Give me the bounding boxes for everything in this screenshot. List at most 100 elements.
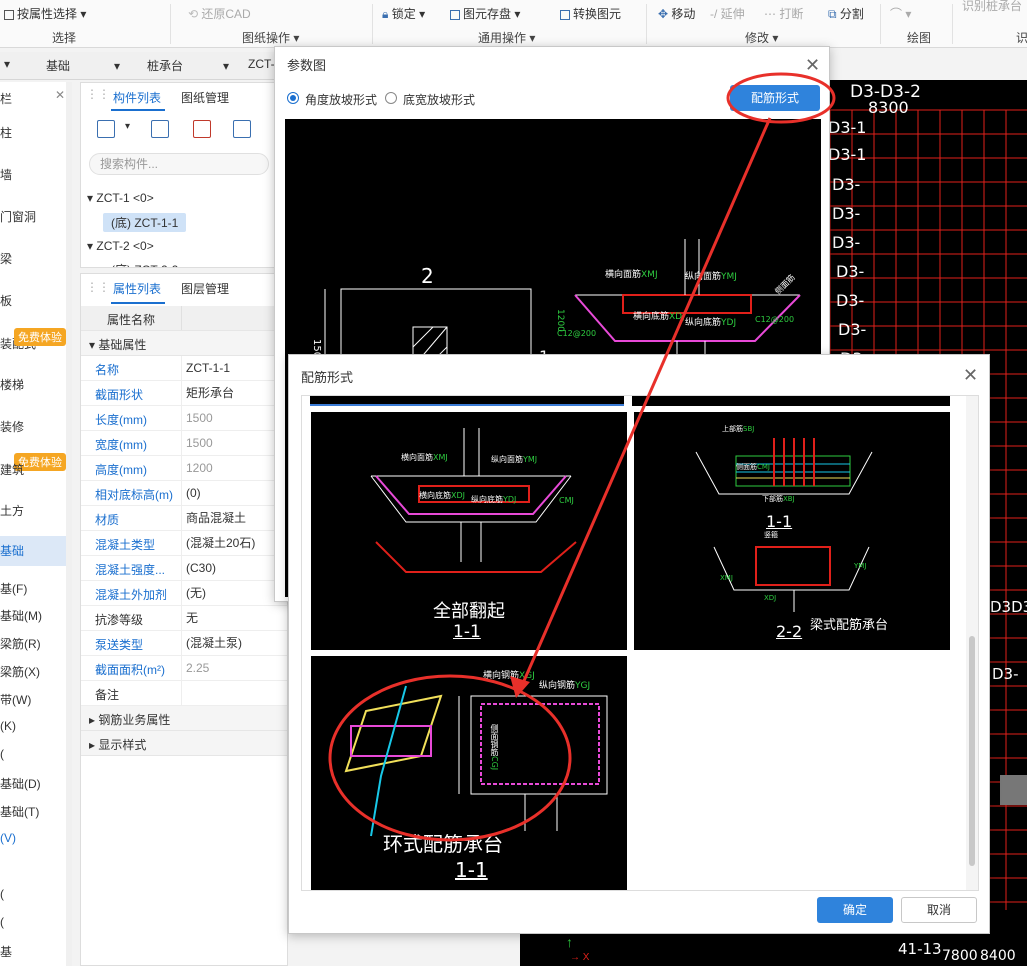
close-icon[interactable]: ✕ [963,366,978,384]
category-dropdown[interactable]: 基础 ▾ [46,57,120,75]
nav-item-building[interactable]: 建筑 [0,461,24,478]
save-element-button[interactable]: 图元存盘 ▾ [450,5,520,22]
nav-item-foundation[interactable]: 基础 [0,536,71,566]
group-general-ops-label[interactable]: 通用操作 ▾ [478,29,535,46]
cad-canvas-lower[interactable]: ↑ → X [520,930,820,966]
nav-item-paren[interactable]: ( [0,915,4,929]
delete-icon[interactable] [193,120,211,138]
nav-item-door-window[interactable]: 门窗洞 [0,208,36,225]
extend-button[interactable]: -/ 延伸 [710,5,745,22]
draw-arc-icon[interactable]: ⌒ ▾ [890,5,911,22]
nav-item-d[interactable]: 基础(D) [0,775,41,792]
property-value[interactable] [181,681,287,705]
nav-item-t[interactable]: 基础(T) [0,803,39,820]
property-row[interactable]: 高度(mm) 1200 [81,456,287,481]
nav-item-w[interactable]: 带(W) [0,691,31,708]
nav-item-decoration[interactable]: 装修 [0,418,24,435]
property-row[interactable]: 材质 商品混凝土 [81,506,287,531]
group-drawing-ops-label[interactable]: 图纸操作 ▾ [242,29,299,46]
duplicate-icon[interactable] [233,120,251,138]
dropdown-arrow-icon[interactable]: ▾ [125,121,130,132]
property-value[interactable]: (无) [181,581,287,605]
tree-node-zct2[interactable]: ▾ ZCT-2 <0> [87,239,154,253]
section-basic-properties[interactable]: ▾ 基础属性 [81,331,287,356]
left-nav-scrollbar[interactable] [66,82,72,966]
property-row[interactable]: 相对底标高(m) (0) [81,481,287,506]
section-display-style[interactable]: ▸ 显示样式 [81,731,287,756]
property-row[interactable]: 截面面积(m²) 2.25 [81,656,287,681]
dropdown-arrow-icon[interactable]: ▾ [4,57,10,75]
nav-item-stair[interactable]: 楼梯 [0,376,24,393]
property-row[interactable]: 混凝土外加剂 (无) [81,581,287,606]
property-row[interactable]: 名称 ZCT-1-1 [81,356,287,381]
rebar-form-button[interactable]: 配筋形式 [730,85,820,111]
nav-item-wall[interactable]: 墙 [0,166,12,183]
rebar-option-beam-type[interactable]: 上部筋SBJ 下部筋XBJ 侧面筋CMJ 竖箍 XMJ YMJ XDJ 1-1 … [634,412,950,650]
tree-node-zct1[interactable]: ▾ ZCT-1 <0> [87,191,154,205]
type-dropdown[interactable]: 桩承台 ▾ [147,57,229,75]
lock-button[interactable]: 🔒︎ 锁定 ▾ [382,5,425,22]
property-value[interactable]: (混凝土泵) [181,631,287,655]
tree-node-zct2-2[interactable]: (底) ZCT-2-2 [111,261,178,267]
nav-item-base[interactable]: 基 [0,943,12,960]
restore-cad-button[interactable]: ⟲ 还原CAD [188,5,251,22]
nav-item-beam[interactable]: 梁 [0,250,12,267]
new-component-icon[interactable] [97,120,115,138]
drag-handle-icon[interactable]: ⋮⋮ [86,280,110,294]
group-modify-label[interactable]: 修改 ▾ [745,29,778,46]
property-row[interactable]: 备注 [81,681,287,706]
nav-item-k[interactable]: (K) [0,719,16,733]
rebar-option-full-bent[interactable]: 横向面筋XMJ 纵向面筋YMJ 横向底筋XDJ 纵向底筋YDJ CMJ 全部翻起… [311,412,627,650]
nav-item-x[interactable]: 梁筋(X) [0,663,40,680]
nav-item-earthwork[interactable]: 土方 [0,502,24,519]
rebar-option-partial[interactable] [310,396,624,406]
close-icon[interactable]: ✕ [805,56,820,74]
property-value[interactable]: ZCT-1-1 [181,356,287,380]
property-row[interactable]: 截面形状 矩形承台 [81,381,287,406]
property-value[interactable]: 商品混凝土 [181,506,287,530]
radio-angle-slope[interactable] [287,92,299,104]
property-value[interactable]: 1200 [181,456,287,480]
property-value[interactable]: 2.25 [181,656,287,680]
nav-item-v[interactable]: (V) [0,831,16,845]
property-value[interactable]: 1500 [181,431,287,455]
tab-layer-management[interactable]: 图层管理 [181,280,229,297]
ok-button[interactable]: 确定 [817,897,893,923]
copy-icon[interactable] [151,120,169,138]
identify-pile-cap-button[interactable]: 识别桩承台 [962,0,1022,14]
property-row[interactable]: 混凝土类型 (混凝土20石) [81,531,287,556]
property-value[interactable]: (混凝土20石) [181,531,287,555]
rebar-option-ring-type[interactable]: 横向钢筋XGJ 纵向钢筋YGJ 侧面钢筋CGJ 环式配筋承台 1-1 [311,656,627,890]
nav-item-r[interactable]: 梁筋(R) [0,635,41,652]
drag-handle-icon[interactable]: ⋮⋮ [86,87,110,101]
move-button[interactable]: ✥ 移动 [658,5,695,22]
property-value[interactable]: (0) [181,481,287,505]
property-value[interactable]: 矩形承台 [181,381,287,405]
nav-item-paren[interactable]: ( [0,747,4,761]
nav-item-slab[interactable]: 板 [0,292,12,309]
rebar-option-partial[interactable] [632,396,950,406]
component-search-input[interactable]: 搜索构件... [89,153,269,175]
scrollbar-thumb[interactable] [969,636,975,866]
select-by-attribute-button[interactable]: 按属性选择 ▾ [4,5,86,22]
convert-element-button[interactable]: 转换图元 [560,5,621,22]
split-button[interactable]: ⧉ 分割 [828,5,864,22]
property-row[interactable]: 长度(mm) 1500 [81,406,287,431]
tree-node-zct1-1[interactable]: (底) ZCT-1-1 [103,213,187,232]
tab-drawing-management[interactable]: 图纸管理 [181,89,229,106]
nav-item-m[interactable]: 基础(M) [0,607,42,624]
property-row[interactable]: 混凝土强度... (C30) [81,556,287,581]
nav-item-column[interactable]: 柱 [0,124,12,141]
cancel-button[interactable]: 取消 [901,897,977,923]
property-value[interactable]: 1500 [181,406,287,430]
property-row[interactable]: 抗渗等级 无 [81,606,287,631]
property-row[interactable]: 泵送类型 (混凝土泵) [81,631,287,656]
property-row[interactable]: 宽度(mm) 1500 [81,431,287,456]
nav-item-paren[interactable]: ( [0,887,4,901]
component-dropdown[interactable]: ZCT- [248,57,275,75]
property-value[interactable]: (C30) [181,556,287,580]
tab-properties[interactable]: 属性列表 [113,280,161,297]
radio-bottom-width-slope[interactable] [385,92,397,104]
nav-item-f[interactable]: 基(F) [0,580,27,597]
property-value[interactable]: 无 [181,606,287,630]
